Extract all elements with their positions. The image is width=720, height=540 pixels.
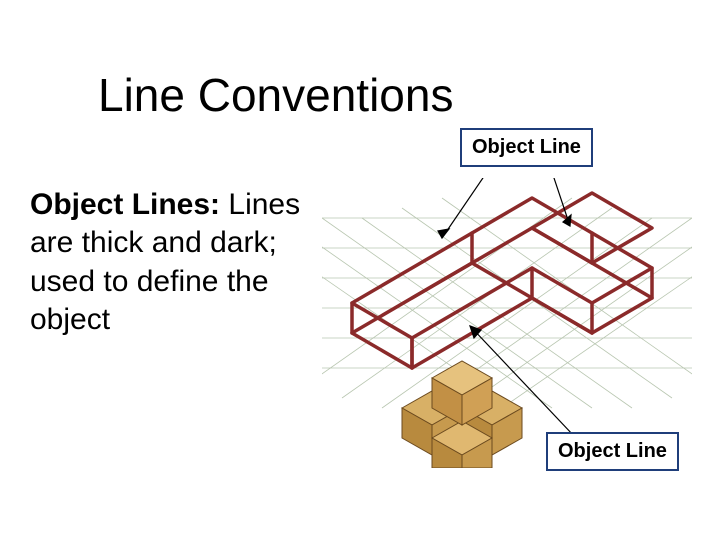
callout-label-bottom: Object Line	[546, 432, 679, 471]
cubes-icon	[402, 361, 522, 468]
body-text-block: Object Lines: Lines are thick and dark; …	[30, 186, 340, 340]
callout-label-top: Object Line	[460, 128, 593, 167]
isometric-diagram	[322, 178, 692, 468]
object-lines-icon	[352, 193, 652, 368]
slide-title: Line Conventions	[98, 68, 453, 122]
grid-icon	[322, 198, 692, 408]
body-heading: Object Lines:	[30, 188, 220, 221]
